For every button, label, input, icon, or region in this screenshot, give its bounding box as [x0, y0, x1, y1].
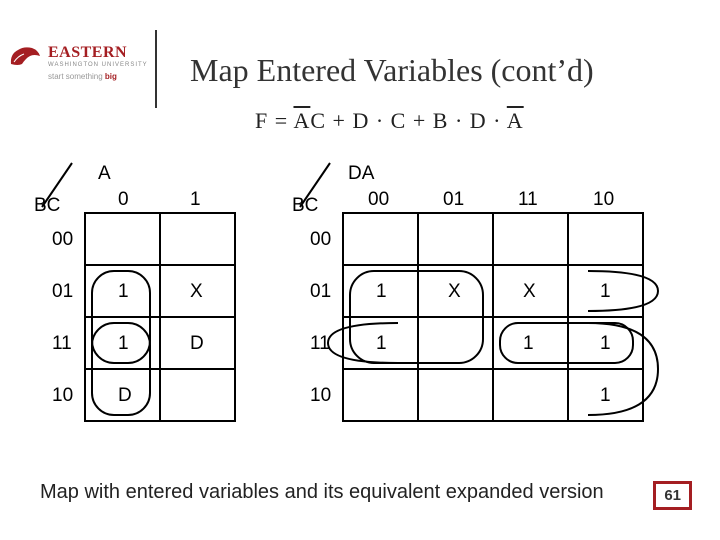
svg-text:1: 1 [600, 385, 611, 406]
svg-text:1: 1 [190, 189, 201, 210]
svg-text:11: 11 [310, 333, 330, 354]
university-logo: EASTERN WASHINGTON UNIVERSITY start some… [8, 42, 148, 81]
svg-text:1: 1 [376, 333, 387, 354]
svg-text:X: X [448, 281, 461, 302]
svg-text:BC: BC [292, 195, 318, 216]
svg-text:1: 1 [600, 333, 611, 354]
svg-text:D: D [190, 333, 204, 354]
svg-text:01: 01 [52, 281, 73, 302]
svg-text:10: 10 [310, 385, 331, 406]
boolean-equation: F = AC + D · C + B · D · A [255, 108, 524, 134]
svg-text:1: 1 [118, 333, 129, 354]
svg-text:1: 1 [376, 281, 387, 302]
svg-text:X: X [190, 281, 203, 302]
svg-text:00: 00 [310, 229, 331, 250]
slide-caption: Map with entered variables and its equiv… [40, 481, 604, 504]
svg-text:X: X [523, 281, 536, 302]
page-number: 61 [653, 481, 692, 510]
svg-text:01: 01 [443, 189, 464, 210]
slide-title: Map Entered Variables (cont’d) [190, 52, 594, 89]
svg-text:10: 10 [593, 189, 614, 210]
divider [155, 30, 157, 108]
svg-text:1: 1 [118, 281, 129, 302]
svg-text:1: 1 [523, 333, 534, 354]
kmap-expanded: DA BC 00 01 11 10 00 01 11 10 1 X X 1 1 … [288, 155, 663, 450]
kmap-entered-variable: A BC 0 1 00 01 11 10 1 X 1 D D [30, 155, 255, 450]
svg-text:00: 00 [52, 229, 73, 250]
svg-text:1: 1 [600, 281, 611, 302]
svg-text:DA: DA [348, 163, 375, 184]
svg-text:BC: BC [34, 195, 60, 216]
eagle-icon [8, 42, 42, 70]
svg-text:01: 01 [310, 281, 331, 302]
logo-sub: WASHINGTON UNIVERSITY [48, 62, 148, 68]
svg-text:11: 11 [52, 333, 72, 354]
logo-tagline: start something big [48, 72, 148, 81]
svg-text:A: A [98, 163, 111, 184]
svg-text:00: 00 [368, 189, 389, 210]
svg-text:10: 10 [52, 385, 73, 406]
svg-text:0: 0 [118, 189, 129, 210]
svg-text:11: 11 [518, 189, 538, 210]
svg-text:D: D [118, 385, 132, 406]
logo-name: EASTERN [48, 44, 148, 62]
